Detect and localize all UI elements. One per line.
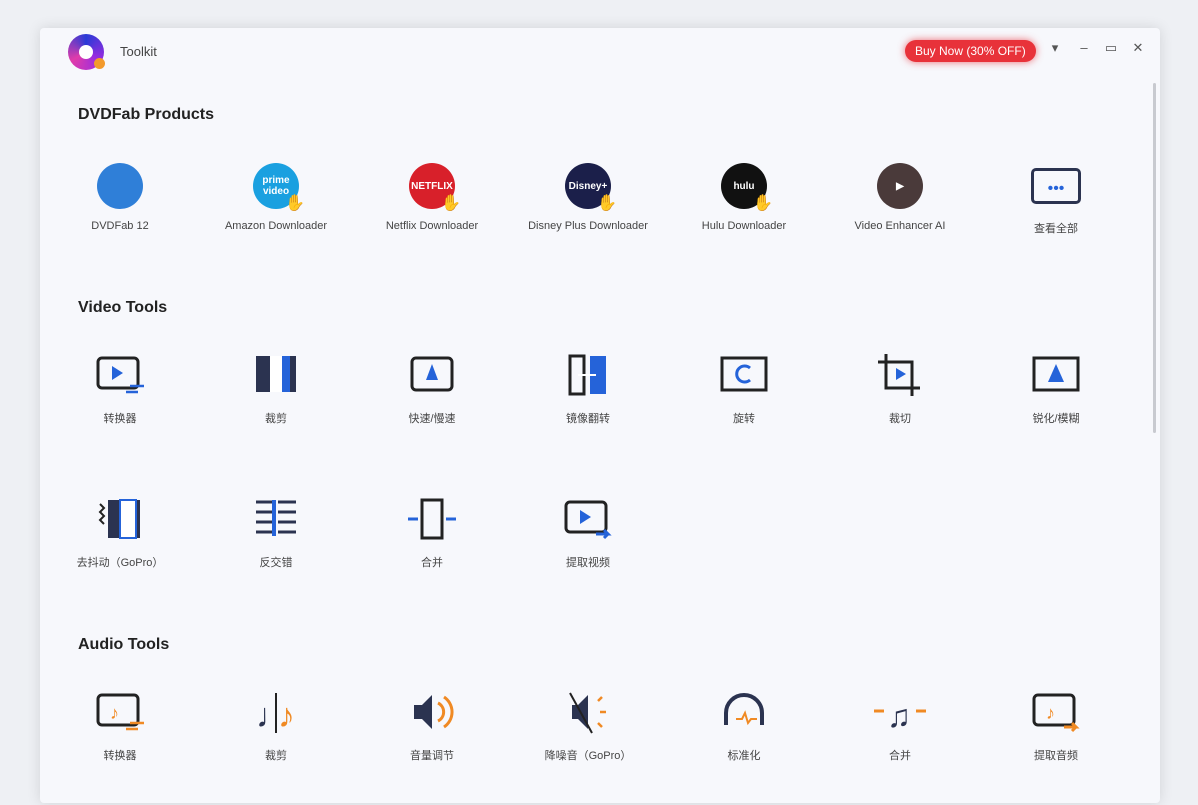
netflix-icon: NETFLIX ✋ (404, 158, 461, 214)
tool-crop[interactable]: 裁切 (822, 348, 978, 426)
tool-deinterlace[interactable]: 反交错 (198, 492, 354, 570)
pin-icon[interactable]: ▾ (1045, 40, 1065, 56)
tool-extract-video[interactable]: 提取视频 (510, 492, 666, 570)
tool-video-trim[interactable]: 裁剪 (198, 348, 354, 426)
tool-label: 音量调节 (410, 750, 454, 762)
tool-label: 裁剪 (265, 750, 287, 762)
mirror-icon (560, 348, 616, 404)
deinterlace-icon (248, 492, 304, 548)
svg-text:♫: ♫ (887, 698, 911, 734)
section-title-video: Video Tools (78, 299, 168, 316)
extract-audio-icon: ♪ (1028, 685, 1084, 741)
video-trim-icon (248, 348, 304, 404)
tool-hulu[interactable]: hulu ✋ Hulu Downloader (666, 158, 822, 232)
tool-stabilize[interactable]: 去抖动（GoPro） (42, 492, 198, 570)
tool-netflix[interactable]: NETFLIX ✋ Netflix Downloader (354, 158, 510, 232)
tool-label: 反交错 (259, 557, 293, 569)
svg-text:♪: ♪ (278, 697, 295, 735)
tool-label: 裁剪 (265, 413, 287, 425)
dvdfab-icon (92, 158, 148, 214)
tool-volume[interactable]: 音量调节 (354, 685, 510, 763)
tool-audio-trim[interactable]: ♩ ♪ 裁剪 (198, 685, 354, 763)
volume-icon (404, 685, 460, 741)
tool-disney[interactable]: Disney+ ✋ Disney Plus Downloader (510, 158, 666, 232)
tool-label: 合并 (889, 750, 911, 762)
download-badge-icon: ✋ (441, 195, 461, 212)
tool-more[interactable]: ••• 查看全部 (978, 158, 1134, 236)
maximize-button[interactable]: ▭ (1101, 40, 1121, 56)
video-merge-icon (404, 492, 460, 548)
close-button[interactable]: ✕ (1128, 40, 1148, 56)
download-badge-icon: ✋ (597, 195, 617, 212)
scrollbar[interactable] (1153, 83, 1156, 433)
tool-speed[interactable]: 快速/慢速 (354, 348, 510, 426)
enhancer-icon: ▶ (872, 158, 928, 214)
tool-label: 镜像翻转 (566, 413, 610, 425)
tool-audio-merge[interactable]: ♫ 合并 (822, 685, 978, 763)
video-convert-icon (92, 348, 148, 404)
tool-mirror[interactable]: 镜像翻转 (510, 348, 666, 426)
download-badge-icon: ✋ (753, 195, 773, 212)
tool-sharpen[interactable]: 锐化/模糊 (978, 348, 1134, 426)
audio-merge-icon: ♫ (872, 685, 928, 741)
extract-video-icon (560, 492, 616, 548)
tool-label: Disney Plus Downloader (528, 220, 648, 232)
stabilize-icon (92, 492, 148, 548)
tool-enhancer[interactable]: ▶ Video Enhancer AI (822, 158, 978, 232)
tool-label: 去抖动（GoPro） (76, 557, 164, 569)
section-title-audio: Audio Tools (78, 636, 170, 653)
tool-label: 快速/慢速 (408, 413, 456, 425)
audio-convert-icon: ♪ (92, 685, 148, 741)
tool-label: Hulu Downloader (701, 220, 787, 232)
audio-trim-icon: ♩ ♪ (248, 685, 304, 741)
tool-normalize[interactable]: 标准化 (666, 685, 822, 763)
tool-label: 降噪音（GoPro） (544, 750, 632, 762)
buy-now-button[interactable]: Buy Now (30% OFF) (905, 40, 1036, 62)
tool-label: Amazon Downloader (224, 220, 328, 232)
prime-video-icon: prime video ✋ (248, 158, 305, 214)
tool-label: Netflix Downloader (385, 220, 479, 232)
tool-label: 锐化/模糊 (1032, 413, 1080, 425)
tool-label: 旋转 (733, 413, 755, 425)
normalize-icon (716, 685, 772, 741)
minimize-button[interactable]: – (1074, 40, 1094, 55)
toolkit-window: Toolkit Buy Now (30% OFF) ▾ – ▭ ✕ DVDFab… (40, 28, 1160, 803)
tool-label: 提取视频 (566, 557, 610, 569)
tool-extract-audio[interactable]: ♪ 提取音频 (978, 685, 1134, 763)
tool-label: DVDFab 12 (91, 220, 149, 232)
section-title-products: DVDFab Products (78, 106, 215, 123)
crop-icon (872, 348, 928, 404)
tool-video-merge[interactable]: 合并 (354, 492, 510, 570)
title-bar: Toolkit Buy Now (30% OFF) ▾ – ▭ ✕ (40, 28, 1160, 76)
tool-label: 标准化 (727, 750, 761, 762)
svg-text:♪: ♪ (110, 703, 119, 723)
tool-label: 转换器 (103, 413, 137, 425)
tool-label: 查看全部 (1034, 223, 1078, 235)
tool-video-convert[interactable]: 转换器 (42, 348, 198, 426)
more-icon: ••• (1028, 158, 1084, 214)
speed-icon (404, 348, 460, 404)
app-logo-icon (68, 34, 105, 70)
rotate-icon (716, 348, 772, 404)
tool-label: 裁切 (889, 413, 911, 425)
tool-dvdfab[interactable]: DVDFab 12 (42, 158, 198, 232)
tool-label: 提取音频 (1034, 750, 1078, 762)
sharpen-icon (1028, 348, 1084, 404)
app-title: Toolkit (120, 44, 157, 59)
tool-label: 转换器 (103, 750, 137, 762)
tool-denoise[interactable]: 降噪音（GoPro） (510, 685, 666, 763)
svg-text:♪: ♪ (1046, 703, 1055, 723)
denoise-icon (560, 685, 616, 741)
tool-label: 合并 (421, 557, 443, 569)
download-badge-icon: ✋ (285, 195, 305, 212)
hulu-icon: hulu ✋ (716, 158, 773, 214)
disney-icon: Disney+ ✋ (560, 158, 617, 214)
tool-label: Video Enhancer AI (854, 220, 946, 232)
tool-prime-video[interactable]: prime video ✋ Amazon Downloader (198, 158, 354, 232)
tool-audio-convert[interactable]: ♪ 转换器 (42, 685, 198, 763)
tool-rotate[interactable]: 旋转 (666, 348, 822, 426)
